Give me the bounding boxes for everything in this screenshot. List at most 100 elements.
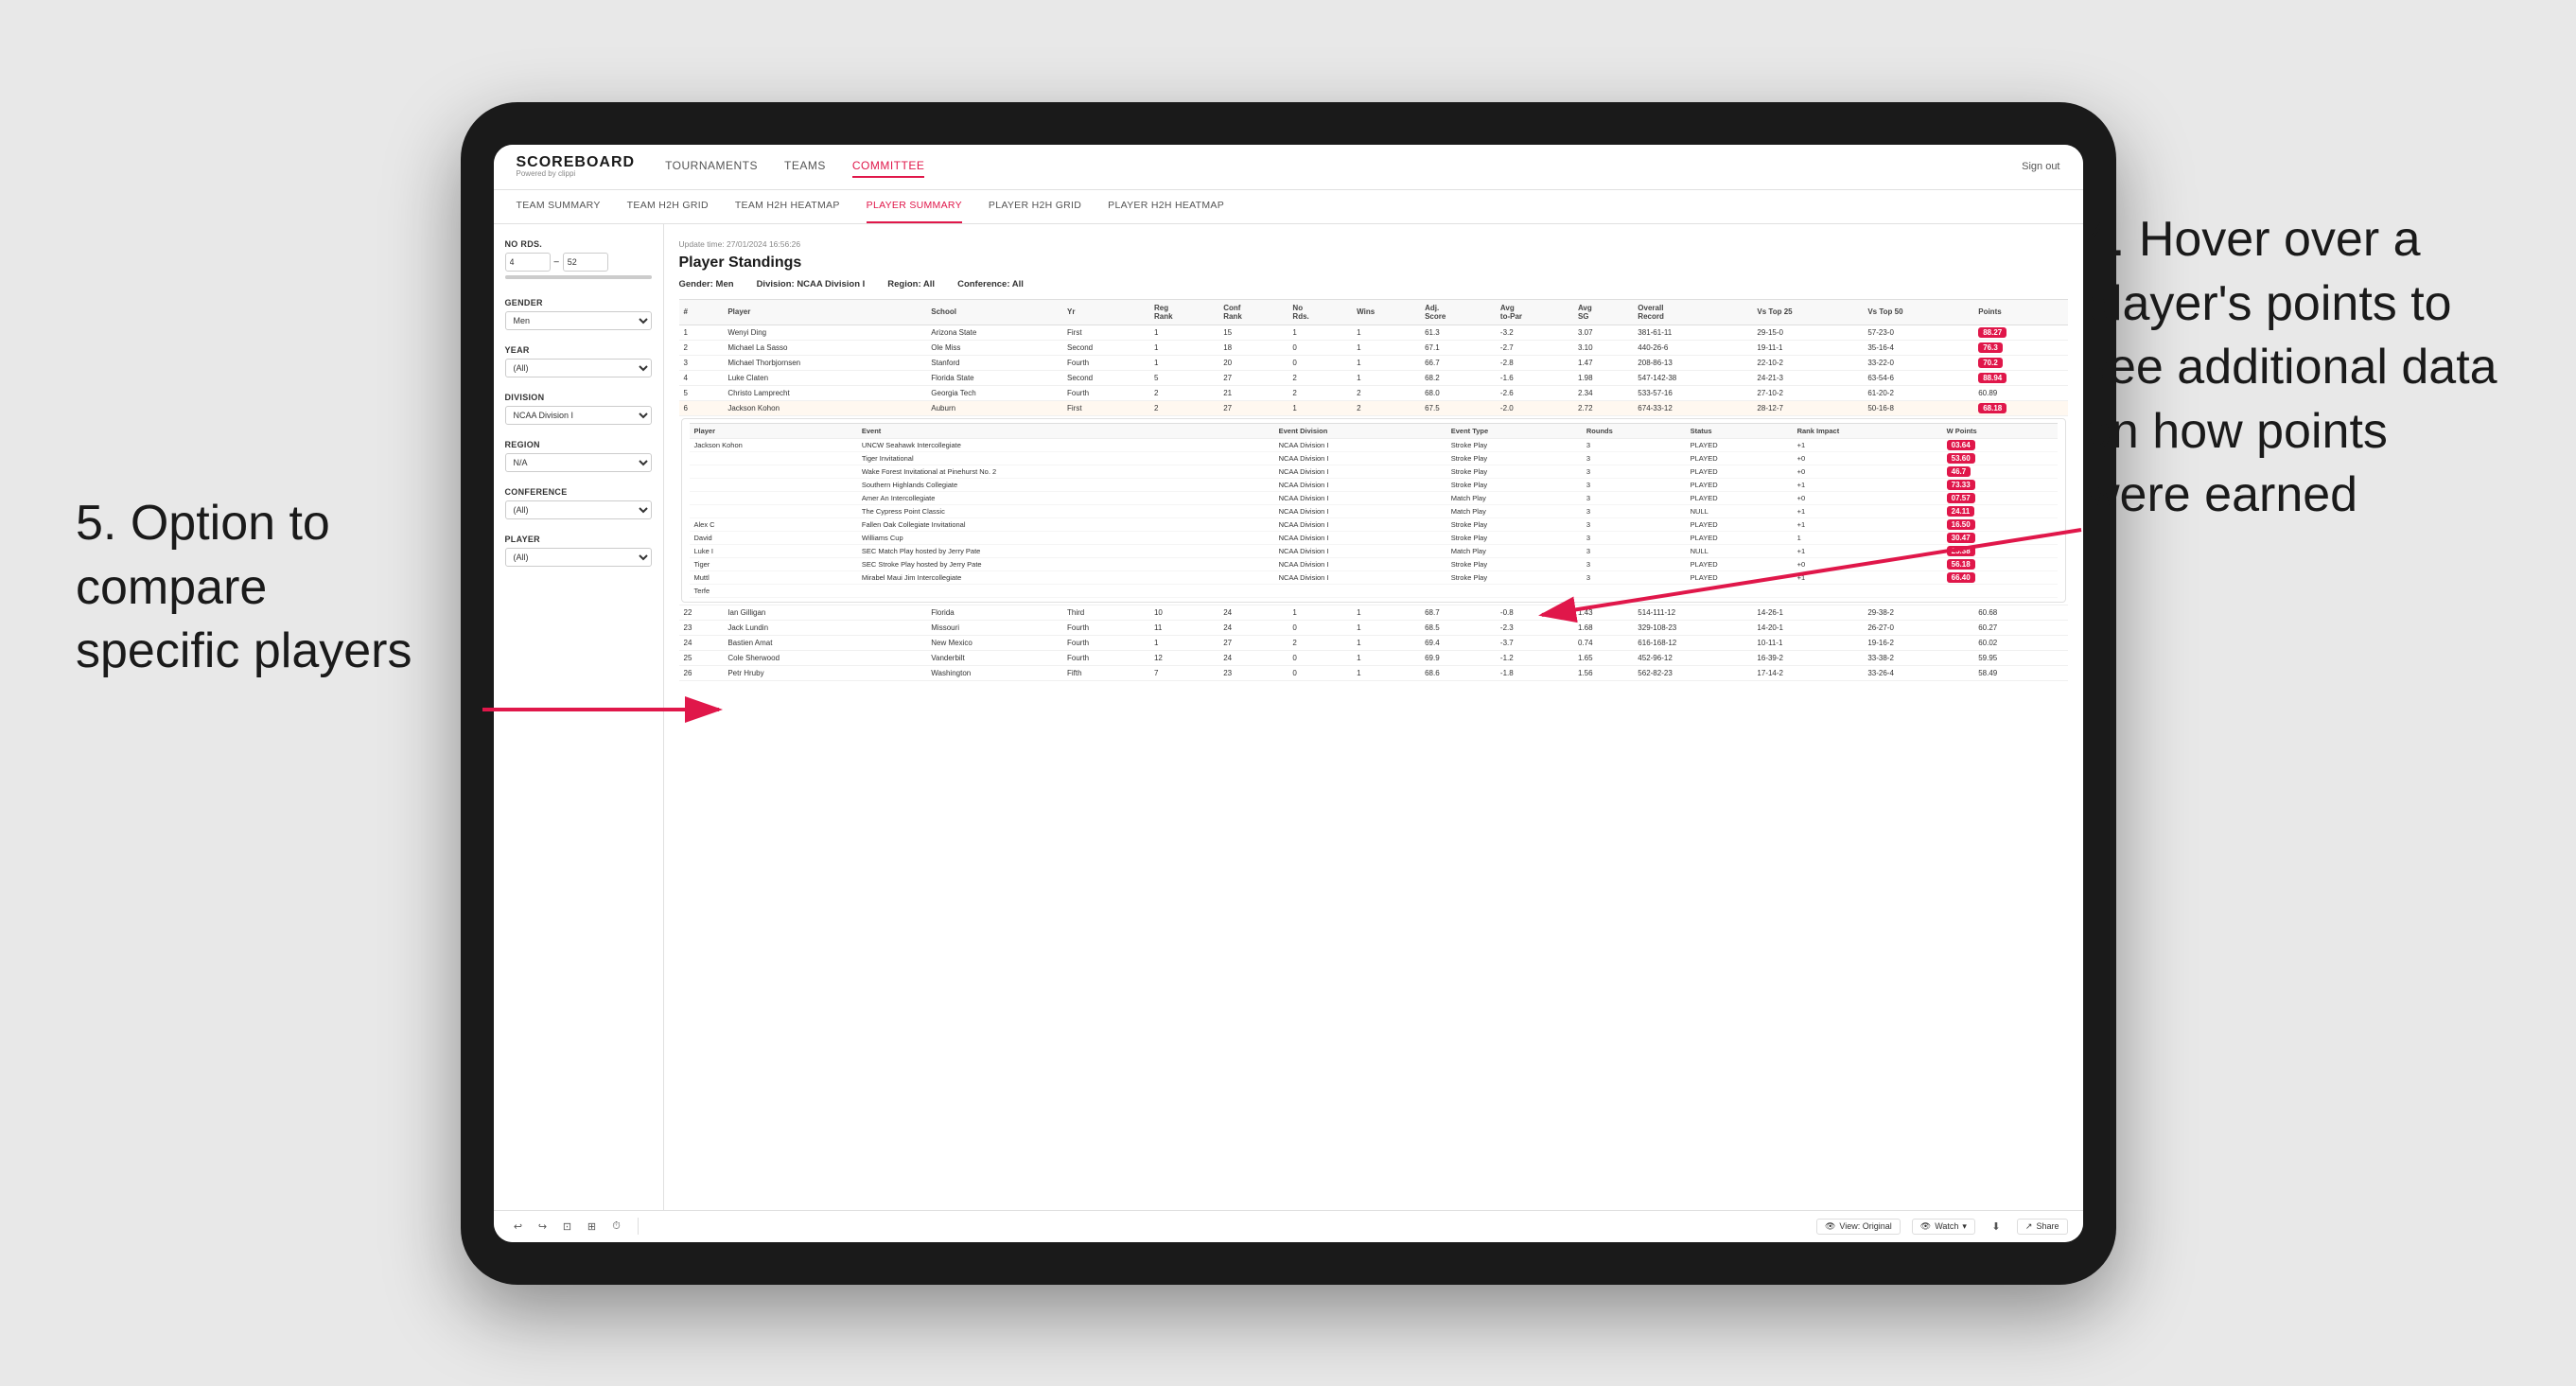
sub-nav-player-h2h-heatmap[interactable]: PLAYER H2H HEATMAP [1108, 190, 1224, 223]
sidebar: No Rds. – Gender Men [494, 224, 664, 1210]
year-label: Year [505, 345, 652, 355]
col-adj-score: Adj.Score [1420, 299, 1496, 325]
filter-gender: Gender: Men [679, 279, 734, 289]
tooltip-data-row: Tiger Invitational NCAA Division I Strok… [690, 451, 2058, 465]
content-area: Update time: 27/01/2024 16:56:26 Player … [664, 224, 2083, 1210]
nav-right: Sign out [2022, 161, 2059, 172]
points-badge-active[interactable]: 68.18 [1978, 403, 2006, 413]
share-icon: ↗ [2025, 1221, 2033, 1232]
table-row: 24 Bastien Amat New Mexico Fourth 1 27 2… [679, 635, 2068, 650]
update-time: Update time: 27/01/2024 16:56:26 [679, 239, 2068, 249]
table-row: 26 Petr Hruby Washington Fifth 7 23 0 1 … [679, 665, 2068, 680]
sidebar-region: Region N/A [505, 440, 652, 472]
toolbar-history-group: ↩ ↪ ⊡ ⊞ ⏱ [509, 1217, 626, 1236]
top-nav: SCOREBOARD Powered by clippi TOURNAMENTS… [494, 145, 2083, 190]
conference-select[interactable]: (All) [505, 500, 652, 519]
no-rds-min-input[interactable] [505, 253, 551, 272]
no-rds-max-input[interactable] [563, 253, 608, 272]
points-badge[interactable]: 76.3 [1978, 342, 2003, 353]
region-label: Region [505, 440, 652, 449]
tooltip-header-row: Player Event Event Division Event Type R… [690, 423, 2058, 438]
col-player: Player [723, 299, 926, 325]
sign-out-link[interactable]: Sign out [2022, 161, 2059, 172]
tooltip-data-row: David Williams Cup NCAA Division I Strok… [690, 531, 2058, 544]
toolbar-separator [638, 1218, 639, 1235]
main-content: No Rds. – Gender Men [494, 224, 2083, 1210]
tooltip-data-row: Tiger SEC Stroke Play hosted by Jerry Pa… [690, 557, 2058, 570]
nav-item-committee[interactable]: COMMITTEE [852, 155, 925, 178]
redo-button[interactable]: ↪ [534, 1217, 552, 1236]
sub-nav-player-summary[interactable]: PLAYER SUMMARY [867, 190, 962, 223]
table-row: 23 Jack Lundin Missouri Fourth 11 24 0 1… [679, 620, 2068, 635]
gender-label: Gender [505, 298, 652, 307]
paste-button[interactable]: ⊞ [583, 1217, 602, 1236]
conference-label: Conference [505, 487, 652, 497]
logo-sub: Powered by clippi [517, 170, 636, 178]
toolbar: ↩ ↪ ⊡ ⊞ ⏱ 👁 View: Original 👁 Watch ▾ [494, 1210, 2083, 1242]
nav-items: TOURNAMENTS TEAMS COMMITTEE [665, 155, 924, 178]
filter-region: Region: All [887, 279, 935, 289]
copy-button[interactable]: ⊡ [558, 1217, 577, 1236]
tooltip-data-row: Wake Forest Invitational at Pinehurst No… [690, 465, 2058, 478]
col-no-rds: NoRds. [1288, 299, 1352, 325]
sidebar-player: Player (All) [505, 535, 652, 567]
sub-nav-team-h2h-grid[interactable]: TEAM H2H GRID [627, 190, 709, 223]
col-rank: # [679, 299, 724, 325]
table-row: 25 Cole Sherwood Vanderbilt Fourth 12 24… [679, 650, 2068, 665]
standings-table: # Player School Yr RegRank ConfRank NoRd… [679, 299, 2068, 681]
table-row-highlighted: 6 Jackson Kohon Auburn First 2 27 1 2 67… [679, 400, 2068, 415]
gender-select[interactable]: Men [505, 311, 652, 330]
tooltip-inner: Player Event Event Division Event Type R… [681, 418, 2066, 603]
points-badge[interactable]: 70.2 [1978, 358, 2003, 368]
filter-conference: Conference: All [957, 279, 1024, 289]
view-original-button[interactable]: 👁 View: Original [1816, 1219, 1901, 1235]
tooltip-data-row: Luke I SEC Match Play hosted by Jerry Pa… [690, 544, 2058, 557]
no-rds-slider[interactable] [505, 275, 652, 279]
tooltip-data-row: Southern Highlands Collegiate NCAA Divis… [690, 478, 2058, 491]
player-select[interactable]: (All) [505, 548, 652, 567]
tooltip-data-row: Muttl Mirabel Maui Jim Intercollegiate N… [690, 570, 2058, 584]
tooltip-data-row: The Cypress Point Classic NCAA Division … [690, 504, 2058, 518]
no-rds-inputs: – [505, 253, 652, 272]
tablet-screen: SCOREBOARD Powered by clippi TOURNAMENTS… [494, 145, 2083, 1242]
tooltip-data-row: Amer An Intercollegiate NCAA Division I … [690, 491, 2058, 504]
tooltip-table: Player Event Event Division Event Type R… [690, 423, 2058, 598]
view-icon: 👁 [1825, 1221, 1835, 1232]
annotation-5: 5. Option to compare specific players [76, 492, 435, 684]
player-label: Player [505, 535, 652, 544]
watch-icon: 👁 [1920, 1221, 1931, 1232]
col-avg-sg: AvgSG [1573, 299, 1633, 325]
col-vs-top25: Vs Top 25 [1752, 299, 1863, 325]
col-school: School [926, 299, 1062, 325]
table-row: 4 Luke Claten Florida State Second 5 27 … [679, 370, 2068, 385]
nav-item-tournaments[interactable]: TOURNAMENTS [665, 155, 758, 178]
region-select[interactable]: N/A [505, 453, 652, 472]
col-overall: OverallRecord [1633, 299, 1752, 325]
col-to-par: Avgto-Par [1496, 299, 1573, 325]
col-points: Points [1973, 299, 2067, 325]
watch-button[interactable]: 👁 Watch ▾ [1912, 1219, 1975, 1235]
sub-nav-team-summary[interactable]: TEAM SUMMARY [517, 190, 601, 223]
points-badge[interactable]: 88.94 [1978, 373, 2006, 383]
sidebar-division: Division NCAA Division I [505, 393, 652, 425]
nav-item-teams[interactable]: TEAMS [784, 155, 826, 178]
year-select[interactable]: (All) [505, 359, 652, 377]
chevron-down-icon: ▾ [1962, 1221, 1967, 1232]
division-select[interactable]: NCAA Division I [505, 406, 652, 425]
undo-button[interactable]: ↩ [509, 1217, 528, 1236]
col-reg-rank: RegRank [1149, 299, 1218, 325]
logo-title: SCOREBOARD [517, 155, 636, 170]
sub-nav-team-h2h-heatmap[interactable]: TEAM H2H HEATMAP [735, 190, 840, 223]
sub-nav-player-h2h-grid[interactable]: PLAYER H2H GRID [989, 190, 1081, 223]
sidebar-conference: Conference (All) [505, 487, 652, 519]
nav-left: SCOREBOARD Powered by clippi TOURNAMENTS… [517, 155, 925, 178]
sub-nav: TEAM SUMMARY TEAM H2H GRID TEAM H2H HEAT… [494, 190, 2083, 224]
tooltip-data-row: Terfe [690, 584, 2058, 597]
sidebar-gender: Gender Men [505, 298, 652, 330]
timer-button[interactable]: ⏱ [607, 1217, 626, 1236]
download-button[interactable]: ⬇ [1987, 1217, 2006, 1236]
points-badge[interactable]: 88.27 [1978, 327, 2006, 338]
share-button[interactable]: ↗ Share [2017, 1219, 2068, 1235]
no-rds-label: No Rds. [505, 239, 652, 249]
tablet-frame: SCOREBOARD Powered by clippi TOURNAMENTS… [461, 102, 2116, 1285]
